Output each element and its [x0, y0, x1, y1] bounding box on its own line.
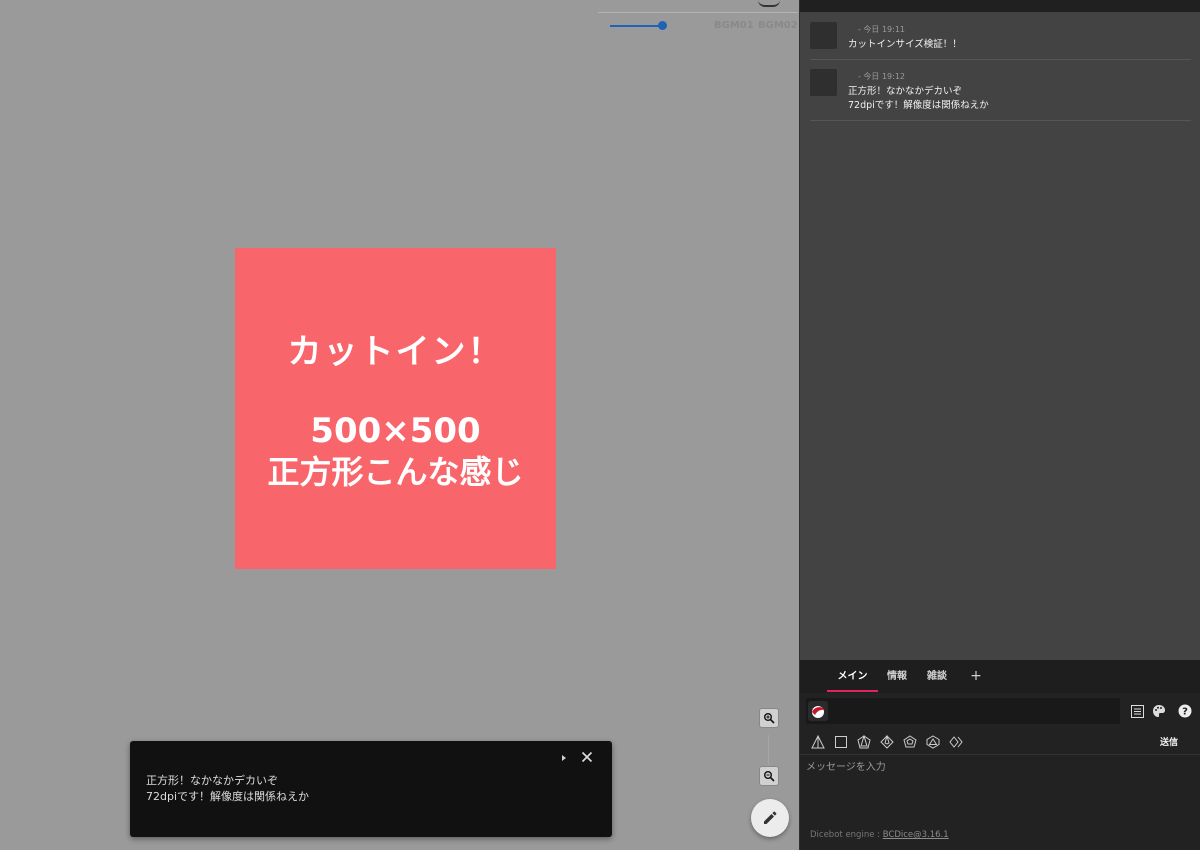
chat-palette-button[interactable] [1130, 704, 1144, 718]
play-icon [562, 755, 566, 761]
zoom-out-icon [764, 771, 775, 782]
pencil-icon [764, 811, 777, 824]
stage-area[interactable]: BGM01 BGM02 カットイン！ 500×500 正方形こんな感じ 正方形！… [0, 0, 800, 850]
message-text: 72dpiです！解像度は関係ねえか [848, 100, 989, 111]
character-name-field[interactable] [806, 698, 1120, 724]
zoom-out-button[interactable] [759, 766, 779, 786]
d4-icon[interactable] [811, 735, 825, 749]
zoom-in-icon [764, 713, 775, 724]
help-icon: ? [1178, 704, 1192, 718]
cutin-notification: 正方形！なかなかデカいぞ 72dpiです！解像度は関係ねえか [130, 741, 612, 837]
character-avatar[interactable] [808, 701, 828, 721]
avatar [810, 22, 837, 49]
list-icon [1130, 704, 1144, 718]
bgm-track-2[interactable]: BGM02 [758, 20, 798, 31]
edit-button[interactable] [751, 799, 789, 837]
message-input[interactable] [806, 758, 1195, 818]
message-timestamp: - 今日 19:11 [858, 25, 906, 34]
add-tab-button[interactable]: + [966, 660, 986, 693]
color-button[interactable] [1152, 704, 1166, 718]
volume-slider-thumb[interactable] [658, 21, 667, 30]
notification-line: 72dpiです！解像度は関係ねえか [146, 790, 310, 803]
tab-main[interactable]: メイン [827, 660, 878, 693]
cutin-caption: 正方形こんな感じ [267, 453, 524, 491]
close-icon [581, 751, 593, 763]
cutin-image: カットイン！ 500×500 正方形こんな感じ [235, 248, 556, 569]
avatar-fragment [758, 0, 780, 7]
palette-icon [1153, 705, 1165, 717]
d20-icon[interactable] [926, 735, 940, 749]
chat-input-area: メイン 情報 雑談 + ? 送信 メッセージを入力 Dicebot engine… [800, 660, 1200, 850]
chat-message: - 今日 19:11 カットインサイズ検証！！ [810, 22, 1191, 60]
message-text: 正方形！なかなかデカいぞ [848, 86, 963, 97]
channel-tabs: メイン 情報 雑談 + [800, 660, 1200, 693]
cutin-title: カットイン！ [287, 332, 504, 372]
d6-icon[interactable] [834, 735, 848, 749]
character-icon [812, 706, 825, 718]
avatar [810, 69, 837, 96]
play-button[interactable] [558, 752, 570, 764]
dicebot-engine-info: Dicebot engine : BCDice@3.16.1 [810, 830, 949, 840]
help-button[interactable]: ? [1178, 704, 1192, 718]
close-button[interactable] [579, 749, 595, 765]
chat-message: - 今日 19:12 正方形！なかなかデカいぞ 72dpiです！解像度は関係ねえ… [810, 69, 1191, 121]
cutin-size: 500×500 [310, 411, 481, 451]
d12-icon[interactable] [903, 735, 917, 749]
d10-icon[interactable] [880, 735, 894, 749]
dice-toolbar: 送信 [800, 730, 1200, 755]
send-button[interactable]: 送信 [1160, 735, 1178, 748]
zoom-in-button[interactable] [759, 708, 779, 728]
chat-panel: - 今日 19:11 カットインサイズ検証！！ - 今日 19:12 正方形！な… [799, 0, 1200, 850]
bgm-bar: BGM01 BGM02 [598, 12, 798, 39]
d100-icon[interactable] [949, 735, 963, 749]
zoom-slider[interactable] [768, 735, 769, 765]
volume-slider-track[interactable] [610, 25, 662, 27]
engine-label: Dicebot engine : [810, 830, 883, 840]
d8-icon[interactable] [857, 735, 871, 749]
tab-indicator [827, 690, 878, 692]
engine-link[interactable]: BCDice@3.16.1 [883, 830, 949, 840]
notification-text: 正方形！なかなかデカいぞ 72dpiです！解像度は関係ねえか [146, 773, 309, 805]
notification-line: 正方形！なかなかデカいぞ [146, 774, 278, 787]
svg-text:?: ? [1182, 707, 1188, 718]
tab-chat[interactable]: 雑談 [920, 660, 954, 693]
tab-info[interactable]: 情報 [880, 660, 914, 693]
message-text: カットインサイズ検証！！ [848, 39, 962, 50]
chat-top-bar [800, 0, 1200, 12]
message-timestamp: - 今日 19:12 [858, 72, 906, 81]
bgm-track-1[interactable]: BGM01 [714, 20, 754, 31]
